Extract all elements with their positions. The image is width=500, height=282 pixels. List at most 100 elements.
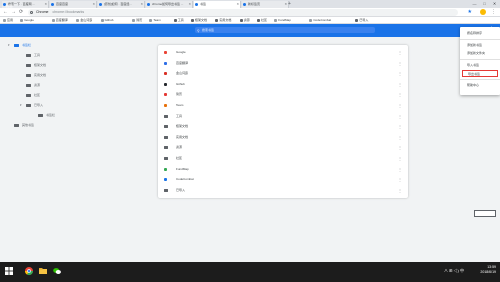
close-window-button[interactable]: ✕ [490, 1, 499, 6]
chrome-taskbar-icon[interactable] [24, 266, 34, 276]
bookmark-bar-item[interactable]: 简历 [132, 18, 142, 23]
folder-icon [38, 113, 43, 117]
bookmark-row[interactable]: 工具 ⋮ [158, 112, 408, 121]
row-menu-icon[interactable]: ⋮ [398, 122, 402, 131]
bookmark-row[interactable]: 实用文档 ⋮ [158, 133, 408, 142]
file-explorer-taskbar-icon[interactable] [38, 266, 48, 276]
row-menu-icon[interactable]: ⋮ [398, 69, 402, 78]
bookmark-row[interactable]: 资源 ⋮ [158, 143, 408, 152]
browser-tab[interactable]: 书签 ✕ [194, 1, 241, 8]
system-tray[interactable]: ∧ ⊞ ◁) 中 [444, 268, 464, 274]
bookmark-bar-item[interactable]: CodeCombat [309, 18, 331, 23]
bookmarks-bar: 应用 Google 百度翻译 金山词霸 Github 简历 Team 工具 框架文档 实用文档 资源… [0, 17, 500, 24]
browser-tab[interactable]: 新标签页 ✕ [242, 1, 289, 8]
address-bar[interactable]: Chrome chrome://bookmarks [28, 9, 458, 16]
search-bookmarks-input[interactable]: ⚲ 搜索书签 [195, 27, 375, 33]
tree-folder-item[interactable]: 书签栏 [38, 112, 55, 118]
tree-folder-item[interactable]: 框架文档 [26, 62, 46, 68]
reload-button[interactable]: ⟳ [19, 9, 23, 15]
row-menu-icon[interactable]: ⋮ [398, 48, 402, 57]
bookmark-row[interactable]: FundMap ⋮ [158, 165, 408, 174]
new-tab-button[interactable]: + [288, 1, 291, 7]
bookmark-row[interactable]: 框架文档 ⋮ [158, 122, 408, 131]
menu-item[interactable]: 按名称排序 [460, 30, 500, 37]
row-menu-icon[interactable]: ⋮ [398, 59, 402, 68]
row-menu-icon[interactable]: ⋮ [398, 101, 402, 110]
row-menu-icon[interactable]: ⋮ [398, 154, 402, 163]
browser-tab[interactable]: chrome如何导出书签 ... ✕ [146, 1, 193, 8]
bookmark-row[interactable]: 简历 ⋮ [158, 90, 408, 99]
input-method-toolbar[interactable] [474, 210, 496, 217]
tree-folder-item[interactable]: 实用文档 [26, 72, 46, 78]
bookmark-bar-item[interactable]: 实用文档 [215, 18, 231, 23]
tree-folder-item[interactable]: 其他书签 [14, 122, 34, 128]
tree-folder-item[interactable]: ▾ 书签栏 [8, 42, 32, 48]
row-menu-icon[interactable]: ⋮ [398, 90, 402, 99]
bookmark-bar-item[interactable]: 工具 [173, 18, 184, 23]
bookmark-bar-item[interactable]: 应用 [3, 18, 13, 23]
tree-folder-item[interactable]: 资源 [26, 82, 40, 88]
row-menu-icon[interactable]: ⋮ [398, 165, 402, 174]
tree-folder-label: 书签栏 [22, 43, 32, 47]
bookmark-label: Github [176, 81, 185, 86]
bookmark-label: 社区 [176, 156, 183, 160]
bookmark-row[interactable]: Team ⋮ [158, 101, 408, 110]
bookmark-label: FundMap [176, 166, 189, 171]
tree-folder-item[interactable]: 社区 [26, 92, 40, 98]
tree-folder-item[interactable]: 工具 [26, 52, 40, 58]
windows-start-icon[interactable] [4, 266, 14, 276]
bookmark-row[interactable]: CodeCombat ⋮ [158, 175, 408, 184]
menu-item[interactable]: 添加新书签 [460, 42, 500, 49]
bookmark-bar-item[interactable]: FundMap [274, 18, 291, 23]
menu-item[interactable]: 导入书签 [460, 62, 500, 69]
wechat-taskbar-icon[interactable] [52, 266, 62, 276]
expand-arrow-icon[interactable]: ▾ [8, 42, 10, 48]
profile-avatar[interactable] [480, 9, 486, 15]
row-menu-icon[interactable]: ⋮ [398, 133, 402, 142]
row-menu-icon[interactable]: ⋮ [398, 175, 402, 184]
menu-item[interactable]: 帮助中心 [460, 82, 500, 89]
bookmark-bar-item[interactable]: 已导入 [355, 18, 368, 23]
tree-folder-label: 框架文档 [34, 63, 47, 67]
bookmark-bar-item[interactable]: Google [20, 18, 34, 23]
menu-item[interactable]: 导出书签 [462, 70, 498, 77]
bookmark-bar-item[interactable]: 百度翻译 [51, 18, 68, 23]
bookmark-star-icon[interactable]: ★ [468, 9, 472, 15]
bookmark-row[interactable]: Google ⋮ [158, 48, 408, 57]
row-menu-icon[interactable]: ⋮ [398, 186, 402, 195]
tab-close-icon[interactable]: ✕ [140, 1, 143, 8]
row-menu-icon[interactable]: ⋮ [398, 112, 402, 121]
bookmark-bar-item[interactable]: 资源 [239, 18, 250, 23]
bookmark-row[interactable]: 金山词霸 ⋮ [158, 69, 408, 78]
folder-icon [26, 63, 31, 67]
row-menu-icon[interactable]: ⋮ [398, 143, 402, 152]
site-info-icon[interactable] [30, 11, 33, 14]
tab-close-icon[interactable]: ✕ [92, 1, 95, 8]
bookmark-bar-item[interactable]: 社区 [257, 18, 267, 23]
tab-close-icon[interactable]: ✕ [236, 1, 239, 8]
tree-folder-item[interactable]: ▾ 已导入 [20, 102, 43, 108]
taskbar-clock[interactable]: 13:59 2018/6/19 [468, 265, 496, 275]
minimize-button[interactable]: — [470, 1, 479, 6]
tab-close-icon[interactable]: ✕ [188, 1, 191, 8]
browser-tab[interactable]: [原创]如何 · 百度经... ✕ [98, 1, 145, 8]
folder-icon [164, 188, 168, 192]
tab-close-icon[interactable]: ✕ [44, 1, 47, 8]
folder-icon [164, 114, 168, 118]
bookmark-bar-item[interactable]: Team [149, 18, 161, 23]
maximize-button[interactable]: □ [480, 1, 489, 6]
browser-menu-icon[interactable]: ⋮ [491, 9, 496, 15]
bookmark-row[interactable]: Github ⋮ [158, 80, 408, 89]
menu-item[interactable]: 添加新文件夹 [460, 50, 500, 57]
row-menu-icon[interactable]: ⋮ [398, 80, 402, 89]
url-text: chrome://bookmarks [52, 10, 85, 14]
browser-tab[interactable]: 百度百度 ✕ [50, 1, 97, 8]
tab-close-icon[interactable]: ✕ [284, 1, 287, 8]
expand-arrow-icon[interactable]: ▾ [20, 102, 22, 108]
bookmark-bar-item[interactable]: 框架文档 [191, 18, 207, 23]
bookmark-row[interactable]: 百度翻译 ⋮ [158, 59, 408, 68]
bookmark-row[interactable]: 社区 ⋮ [158, 154, 408, 163]
bookmark-row[interactable]: 已导入 ⋮ [158, 186, 408, 195]
bookmark-bar-item[interactable]: Github [100, 18, 113, 23]
bookmark-bar-item[interactable]: 金山词霸 [76, 18, 92, 23]
